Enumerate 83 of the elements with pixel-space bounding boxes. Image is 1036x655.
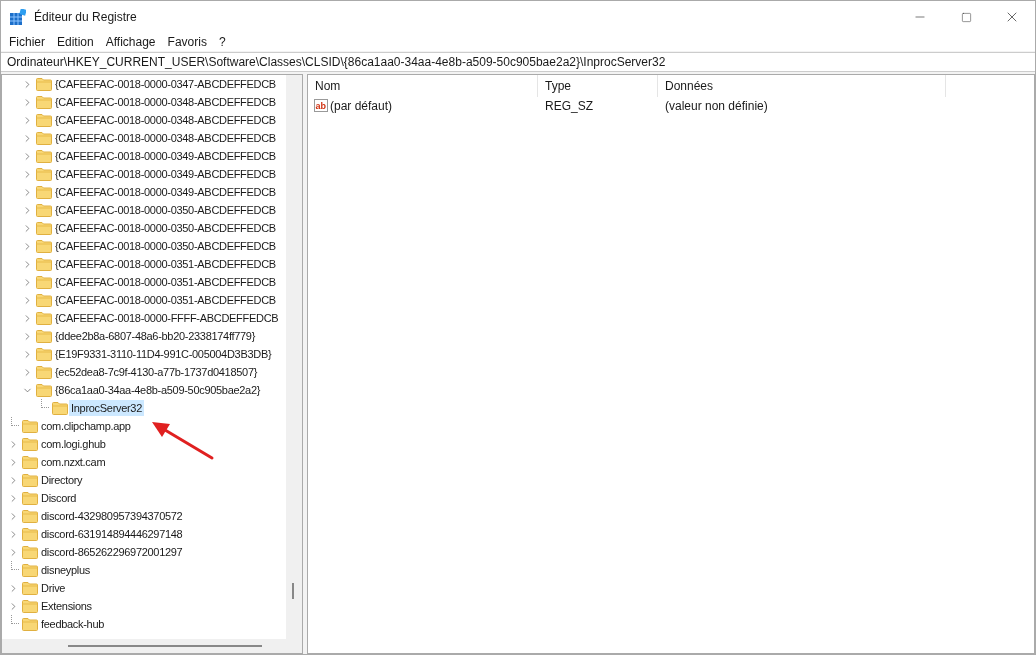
- folder-icon: [22, 419, 38, 433]
- folder-icon: [22, 437, 38, 451]
- column-header[interactable]: Type: [538, 75, 658, 97]
- tree-item[interactable]: Discord: [39, 490, 79, 506]
- folder-icon: [22, 473, 38, 487]
- folder-icon: [22, 491, 38, 505]
- horizontal-scrollbar[interactable]: [2, 639, 302, 653]
- folder-icon: [36, 329, 52, 343]
- pointer-arrow-drawing: [150, 420, 216, 462]
- column-header[interactable]: Nom: [308, 75, 538, 97]
- column-header[interactable]: Données: [658, 75, 946, 97]
- tree-item[interactable]: discord-865262296972001297: [39, 544, 185, 560]
- tree-item[interactable]: {CAFEEFAC-0018-0000-0348-ABCDEFFEDCB: [53, 112, 278, 128]
- folder-icon: [36, 149, 52, 163]
- tree-item[interactable]: discord-631914894446297148: [39, 526, 185, 542]
- tree-item[interactable]: {CAFEEFAC-0018-0000-FFFF-ABCDEFFEDCB: [53, 310, 281, 326]
- tree-item[interactable]: {CAFEEFAC-0018-0000-0350-ABCDEFFEDCB: [53, 220, 278, 236]
- tree-item[interactable]: {E19F9331-3110-11D4-991C-005004D3B3DB}: [53, 346, 274, 362]
- tree-item[interactable]: {CAFEEFAC-0018-0000-0349-ABCDEFFEDCB: [53, 166, 278, 182]
- folder-icon: [36, 185, 52, 199]
- folder-icon: [36, 293, 52, 307]
- tree-item[interactable]: feedback-hub: [39, 616, 107, 632]
- tree-item[interactable]: {CAFEEFAC-0018-0000-0351-ABCDEFFEDCB: [53, 256, 278, 272]
- value-type: REG_SZ: [544, 98, 594, 115]
- tree-item[interactable]: {CAFEEFAC-0018-0000-0347-ABCDEFFEDCB: [53, 76, 278, 92]
- folder-icon: [36, 365, 52, 379]
- folder-icon: [22, 545, 38, 559]
- scrollbar-thumb[interactable]: [292, 583, 294, 599]
- menu-item[interactable]: Fichier: [3, 33, 51, 51]
- folder-icon: [22, 563, 38, 577]
- folder-icon: [36, 77, 52, 91]
- folder-icon: [22, 509, 38, 523]
- folder-icon: [36, 275, 52, 289]
- vertical-scrollbar[interactable]: [286, 75, 302, 639]
- folder-icon: [52, 401, 68, 415]
- tree-item[interactable]: {ec52dea8-7c9f-4130-a77b-1737d0418507}: [53, 364, 260, 380]
- tree-item[interactable]: discord-432980957394370572: [39, 508, 185, 524]
- address-bar[interactable]: Ordinateur\HKEY_CURRENT_USER\Software\Classes\CLSID\{86ca1aa0-34aa-4e8b-a509-50c905bae2a2}\InprocServer32: [1, 52, 1035, 72]
- folder-icon: [36, 239, 52, 253]
- tree-item[interactable]: Extensions: [39, 598, 94, 614]
- folder-icon: [36, 347, 52, 361]
- folder-icon: [22, 617, 38, 631]
- tree-item[interactable]: {CAFEEFAC-0018-0000-0349-ABCDEFFEDCB: [53, 184, 278, 200]
- value-data: (valeur non définie): [664, 98, 769, 115]
- tree-item[interactable]: {CAFEEFAC-0018-0000-0348-ABCDEFFEDCB: [53, 94, 278, 110]
- menu-item[interactable]: Edition: [51, 33, 100, 51]
- tree-item[interactable]: com.nzxt.cam: [39, 454, 108, 470]
- folder-icon: [22, 581, 38, 595]
- menu-item[interactable]: Favoris: [161, 33, 213, 51]
- tree-item[interactable]: disneyplus: [39, 562, 92, 578]
- tree-item[interactable]: {86ca1aa0-34aa-4e8b-a509-50c905bae2a2}: [53, 382, 263, 398]
- tree-item[interactable]: {CAFEEFAC-0018-0000-0348-ABCDEFFEDCB: [53, 130, 278, 146]
- string-value-icon: ab: [314, 99, 328, 113]
- folder-icon: [36, 221, 52, 235]
- folder-icon: [36, 311, 52, 325]
- tree-item[interactable]: {CAFEEFAC-0018-0000-0351-ABCDEFFEDCB: [53, 292, 278, 308]
- folder-icon: [36, 167, 52, 181]
- tree-item[interactable]: com.logi.ghub: [39, 436, 108, 452]
- tree-item[interactable]: {CAFEEFAC-0018-0000-0350-ABCDEFFEDCB: [53, 202, 278, 218]
- folder-icon: [36, 95, 52, 109]
- tree-item[interactable]: Directory: [39, 472, 85, 488]
- value-name[interactable]: (par défaut): [330, 97, 393, 115]
- tree-item[interactable]: InprocServer32: [69, 400, 144, 416]
- tree-item[interactable]: Drive: [39, 580, 68, 596]
- folder-icon: [22, 599, 38, 613]
- menu-item[interactable]: ?: [212, 33, 232, 51]
- tree-item[interactable]: {CAFEEFAC-0018-0000-0351-ABCDEFFEDCB: [53, 274, 278, 290]
- folder-icon: [36, 203, 52, 217]
- menu-item[interactable]: Affichage: [99, 33, 162, 51]
- tree-item[interactable]: {CAFEEFAC-0018-0000-0349-ABCDEFFEDCB: [53, 148, 278, 164]
- folder-icon: [22, 455, 38, 469]
- window-title: Éditeur du Registre: [34, 8, 137, 26]
- folder-icon: [36, 131, 52, 145]
- maximize-icon: [960, 11, 972, 23]
- folder-icon: [36, 383, 52, 397]
- folder-icon: [36, 257, 52, 271]
- scrollbar-thumb[interactable]: [68, 645, 262, 647]
- folder-icon: [36, 113, 52, 127]
- tree-item[interactable]: {CAFEEFAC-0018-0000-0350-ABCDEFFEDCB: [53, 238, 278, 254]
- tree-item[interactable]: {ddee2b8a-6807-48a6-bb20-2338174ff779}: [53, 328, 258, 344]
- tree-item[interactable]: com.clipchamp.app: [39, 418, 133, 434]
- folder-icon: [22, 527, 38, 541]
- registry-app-icon: [10, 9, 26, 25]
